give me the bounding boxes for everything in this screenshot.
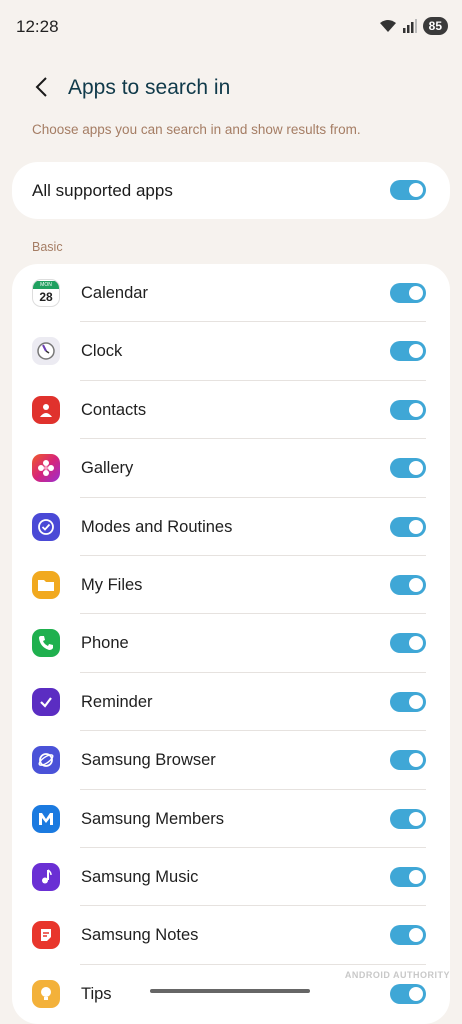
app-label: Gallery <box>81 459 134 478</box>
app-row-phone[interactable]: Phone <box>12 614 450 673</box>
app-row-calendar[interactable]: MON 28 Calendar <box>12 264 450 323</box>
status-icons: 85 <box>379 17 448 35</box>
app-toggle[interactable] <box>390 866 426 887</box>
samsung-music-icon <box>32 862 60 891</box>
status-time: 12:28 <box>16 17 59 36</box>
app-toggle[interactable] <box>390 283 426 303</box>
app-row-gallery[interactable]: Gallery <box>12 439 450 498</box>
app-toggle[interactable] <box>390 458 426 479</box>
wifi-icon <box>379 20 396 32</box>
all-supported-apps-toggle[interactable] <box>390 180 426 200</box>
calendar-month: MON <box>33 281 59 289</box>
samsung-browser-icon <box>32 746 60 775</box>
app-row-reminder[interactable]: Reminder <box>12 673 450 732</box>
app-toggle[interactable] <box>390 925 426 946</box>
samsung-members-icon <box>32 804 60 833</box>
home-indicator[interactable] <box>150 989 310 993</box>
app-row-samsung-browser[interactable]: Samsung Browser <box>12 731 450 790</box>
samsung-notes-icon <box>32 921 60 950</box>
app-label: Samsung Notes <box>81 926 199 945</box>
app-label: Modes and Routines <box>81 517 233 536</box>
app-toggle[interactable] <box>390 399 426 420</box>
app-label: My Files <box>81 575 143 594</box>
app-toggle[interactable] <box>390 341 426 362</box>
gallery-icon <box>32 454 60 483</box>
app-row-modes-and-routines[interactable]: Modes and Routines <box>12 498 450 556</box>
app-toggle[interactable] <box>390 516 426 537</box>
section-label-basic: Basic <box>32 240 63 254</box>
app-label: Contacts <box>81 400 147 419</box>
status-bar: 12:28 85 <box>0 0 462 54</box>
header: Apps to search in <box>0 62 462 114</box>
page-title: Apps to search in <box>68 76 231 99</box>
app-label: Reminder <box>81 692 153 711</box>
app-label: Samsung Members <box>81 809 225 828</box>
modes-routines-icon <box>32 512 60 541</box>
app-toggle[interactable] <box>390 808 426 829</box>
app-label: Phone <box>81 634 129 653</box>
phone-icon <box>32 629 60 658</box>
app-toggle[interactable] <box>390 750 426 771</box>
app-label: Clock <box>81 342 123 361</box>
app-toggle[interactable] <box>390 633 426 654</box>
apps-list: MON 28 Calendar Clock Contacts Gallery M… <box>12 264 450 1024</box>
app-toggle[interactable] <box>390 983 426 1004</box>
all-supported-apps-row[interactable]: All supported apps <box>12 162 450 219</box>
battery-indicator: 85 <box>422 17 448 35</box>
reminder-icon <box>32 687 60 716</box>
app-label: Calendar <box>81 284 148 302</box>
app-label: Samsung Music <box>81 867 199 886</box>
app-row-samsung-music[interactable]: Samsung Music <box>12 848 450 907</box>
tips-icon <box>32 979 60 1008</box>
calendar-day: 28 <box>39 290 53 304</box>
chevron-left-icon <box>35 77 47 97</box>
app-label: Tips <box>81 984 112 1003</box>
app-label: Samsung Browser <box>81 751 216 770</box>
clock-icon <box>32 337 60 366</box>
all-supported-apps-label: All supported apps <box>32 181 173 200</box>
app-row-my-files[interactable]: My Files <box>12 556 450 615</box>
app-row-samsung-members[interactable]: Samsung Members <box>12 790 450 848</box>
page-subtitle: Choose apps you can search in and show r… <box>32 122 361 137</box>
contacts-icon <box>32 395 60 424</box>
back-button[interactable] <box>26 72 56 102</box>
app-row-clock[interactable]: Clock <box>12 322 450 381</box>
calendar-icon: MON 28 <box>32 279 60 307</box>
watermark: ANDROID AUTHORITY <box>344 970 450 980</box>
my-files-icon <box>32 570 60 599</box>
signal-icon <box>402 19 417 33</box>
app-row-contacts[interactable]: Contacts <box>12 381 450 440</box>
app-toggle[interactable] <box>390 691 426 712</box>
app-toggle[interactable] <box>390 574 426 595</box>
app-row-samsung-notes[interactable]: Samsung Notes <box>12 906 450 965</box>
